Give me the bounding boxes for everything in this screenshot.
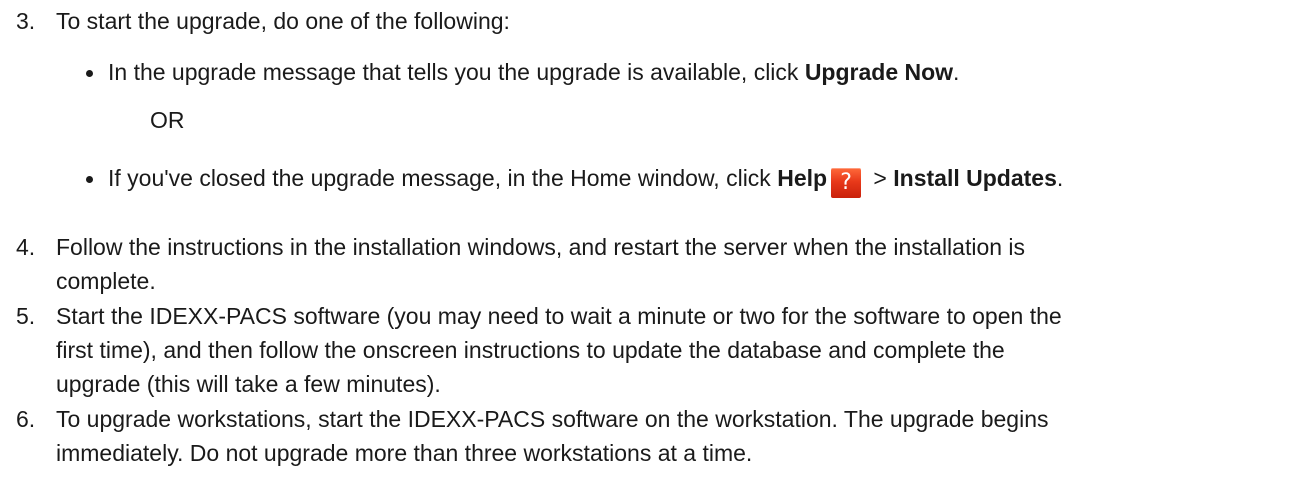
bullet-dot [86, 70, 93, 77]
bullet-prefix: If you've closed the upgrade message, in… [108, 165, 778, 191]
bullet-suffix: . [1056, 165, 1064, 191]
bullet-text: If you've closed the upgrade message, in… [108, 161, 1063, 198]
step-text: To start the upgrade, do one of the foll… [56, 8, 510, 34]
or-label: OR [150, 107, 185, 133]
step-text: Start the IDEXX-PACS software (you may n… [56, 299, 1166, 401]
step-text: Follow the instructions in the installat… [56, 230, 1166, 298]
instructions-page: 3. To start the upgrade, do one of the f… [0, 0, 1299, 498]
step-number: 5. [16, 303, 36, 329]
step-number: 6. [16, 406, 36, 432]
step-line: complete. [56, 268, 156, 294]
upgrade-now-label: Upgrade Now [804, 59, 954, 85]
bullet-prefix: In the upgrade message that tells you th… [108, 59, 805, 85]
help-question-icon: ? [831, 168, 862, 198]
install-updates-label: Install Updates [893, 165, 1057, 191]
menu-separator: > [867, 165, 894, 191]
step-line: Start the IDEXX-PACS software (you may n… [56, 303, 1062, 329]
step-line: first time), and then follow the onscree… [56, 337, 1005, 363]
step-number: 3. [16, 8, 36, 34]
bullet-suffix: . [953, 59, 960, 85]
bullet-dot [86, 176, 93, 183]
step-line: upgrade (this will take a few minutes). [56, 371, 441, 397]
help-label: Help [777, 165, 828, 191]
step-line: To upgrade workstations, start the IDEXX… [56, 406, 1049, 432]
step-line: Follow the instructions in the installat… [56, 234, 1026, 260]
step-text: To upgrade workstations, start the IDEXX… [56, 402, 1166, 470]
bullet-text: In the upgrade message that tells you th… [108, 55, 959, 89]
step-line: immediately. Do not upgrade more than th… [56, 440, 753, 466]
step-number: 4. [16, 234, 36, 260]
